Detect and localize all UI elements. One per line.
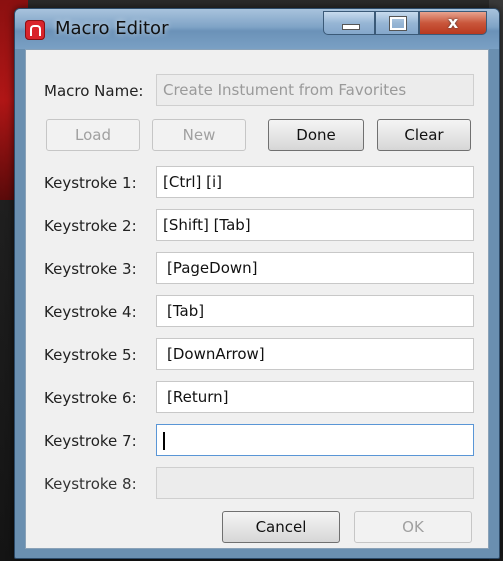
keystroke-2-label: Keystroke 2:: [44, 217, 137, 235]
close-icon: x: [447, 13, 459, 32]
clear-button[interactable]: Clear: [377, 119, 471, 151]
keystroke-6-label: Keystroke 6:: [44, 389, 137, 407]
keystroke-2-field[interactable]: [Shift] [Tab]: [156, 209, 474, 241]
minimize-icon: [342, 24, 360, 30]
keystroke-1-label: Keystroke 1:: [44, 174, 137, 192]
ok-button: OK: [354, 511, 472, 543]
load-button: Load: [46, 119, 140, 151]
app-logo-icon: [25, 20, 45, 40]
keystroke-7-label: Keystroke 7:: [44, 432, 137, 450]
keystroke-8-field: [156, 467, 474, 499]
keystroke-3-field[interactable]: [PageDown]: [156, 252, 474, 284]
maximize-button[interactable]: [375, 11, 419, 35]
cancel-button[interactable]: Cancel: [222, 511, 340, 543]
keystroke-4-label: Keystroke 4:: [44, 303, 137, 321]
keystroke-7-field[interactable]: [156, 424, 474, 456]
macro-name-field: Create Instument from Favorites: [156, 74, 474, 106]
keystroke-8-label: Keystroke 8:: [44, 475, 137, 493]
done-button[interactable]: Done: [268, 119, 364, 151]
maximize-icon: [389, 16, 407, 31]
dialog-content: Macro Name: Create Instument from Favori…: [25, 49, 489, 549]
minimize-button[interactable]: [323, 11, 375, 35]
new-button: New: [152, 119, 246, 151]
keystroke-5-field[interactable]: [DownArrow]: [156, 338, 474, 370]
keystroke-3-label: Keystroke 3:: [44, 260, 137, 278]
keystroke-6-field[interactable]: [Return]: [156, 381, 474, 413]
keystroke-5-label: Keystroke 5:: [44, 346, 137, 364]
keystroke-4-field[interactable]: [Tab]: [156, 295, 474, 327]
window-title: Macro Editor: [55, 18, 169, 39]
close-button[interactable]: x: [419, 11, 487, 35]
title-bar[interactable]: Macro Editor x: [15, 9, 499, 49]
text-caret: [163, 431, 165, 450]
keystroke-1-field[interactable]: [Ctrl] [i]: [156, 166, 474, 198]
macro-name-label: Macro Name:: [44, 82, 144, 100]
macro-editor-window: Macro Editor x Macro Name: Create Instum…: [14, 8, 500, 559]
